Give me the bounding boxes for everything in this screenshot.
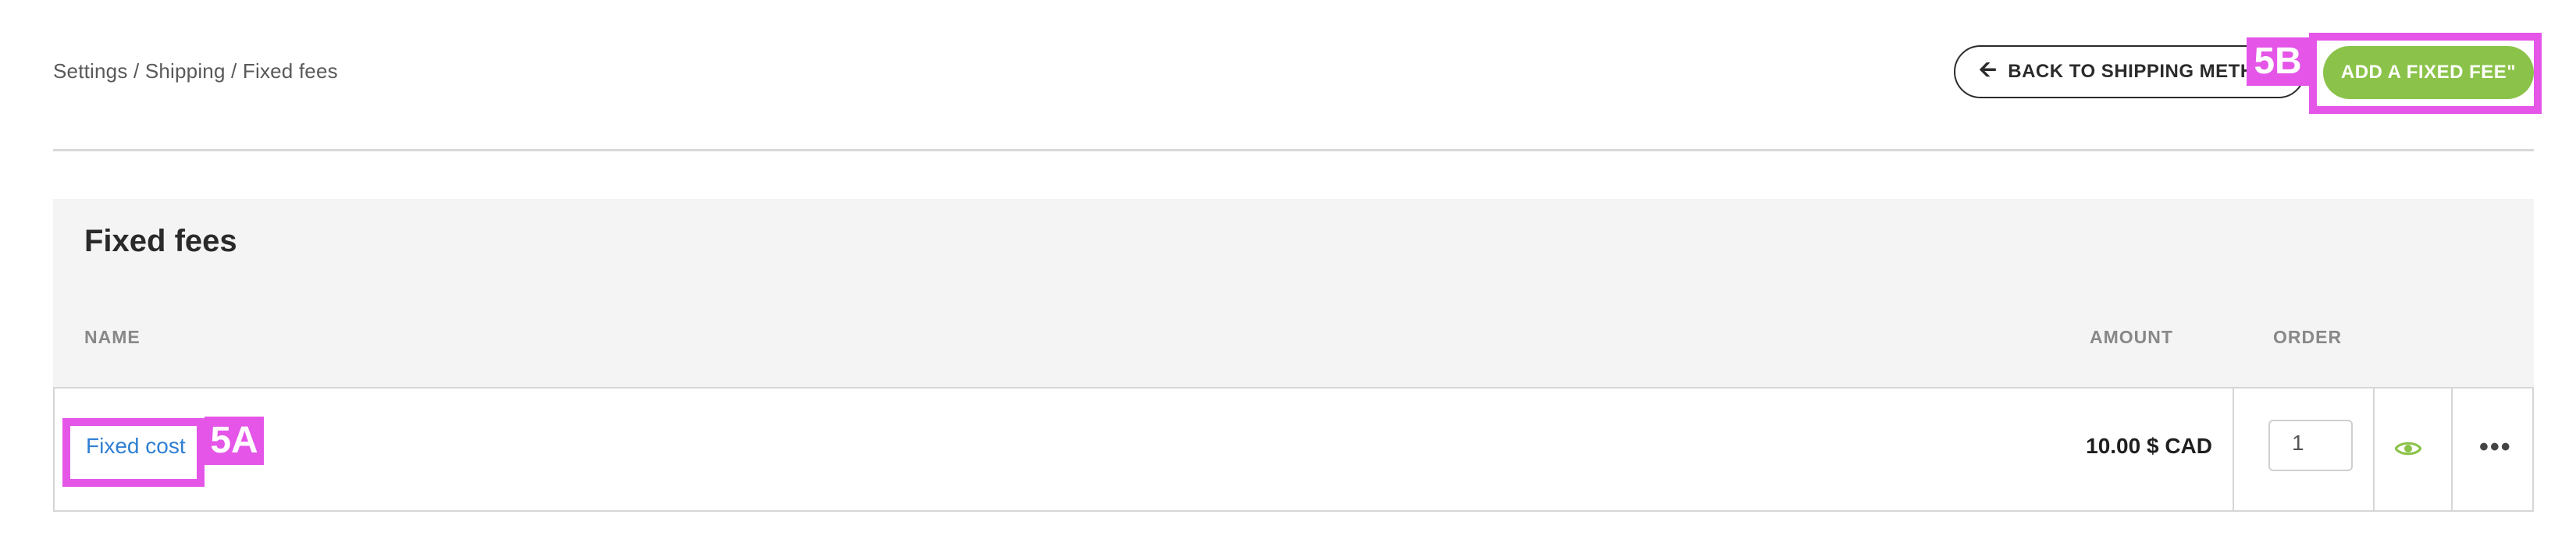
table-row: Fixed cost 10.00 $ CAD 1 ••• <box>53 387 2534 512</box>
column-separator <box>2451 388 2453 510</box>
more-options-icon[interactable]: ••• <box>2479 432 2512 463</box>
column-header-amount: AMOUNT <box>2090 327 2173 347</box>
annotation-box-5a <box>62 418 205 487</box>
annotation-label-5a: 5A <box>205 417 264 465</box>
column-header-name: NAME <box>84 327 141 347</box>
arrow-left-icon: 🡨 <box>1979 57 1998 81</box>
eye-icon[interactable] <box>2395 440 2421 457</box>
column-separator <box>2233 388 2234 510</box>
column-header-order: ORDER <box>2273 327 2343 347</box>
order-input[interactable]: 1 <box>2268 420 2353 471</box>
breadcrumb: Settings / Shipping / Fixed fees <box>53 59 338 83</box>
fixed-fee-amount: 10.00 $ CAD <box>2086 434 2212 458</box>
fixed-fees-panel: Fixed fees NAME AMOUNT ORDER <box>53 199 2534 388</box>
column-separator <box>2373 388 2375 510</box>
header-divider <box>53 149 2534 151</box>
panel-title: Fixed fees <box>84 224 237 258</box>
add-fixed-fee-button[interactable]: ADD A FIXED FEE" <box>2323 46 2534 99</box>
annotation-label-5b: 5B <box>2247 37 2309 86</box>
